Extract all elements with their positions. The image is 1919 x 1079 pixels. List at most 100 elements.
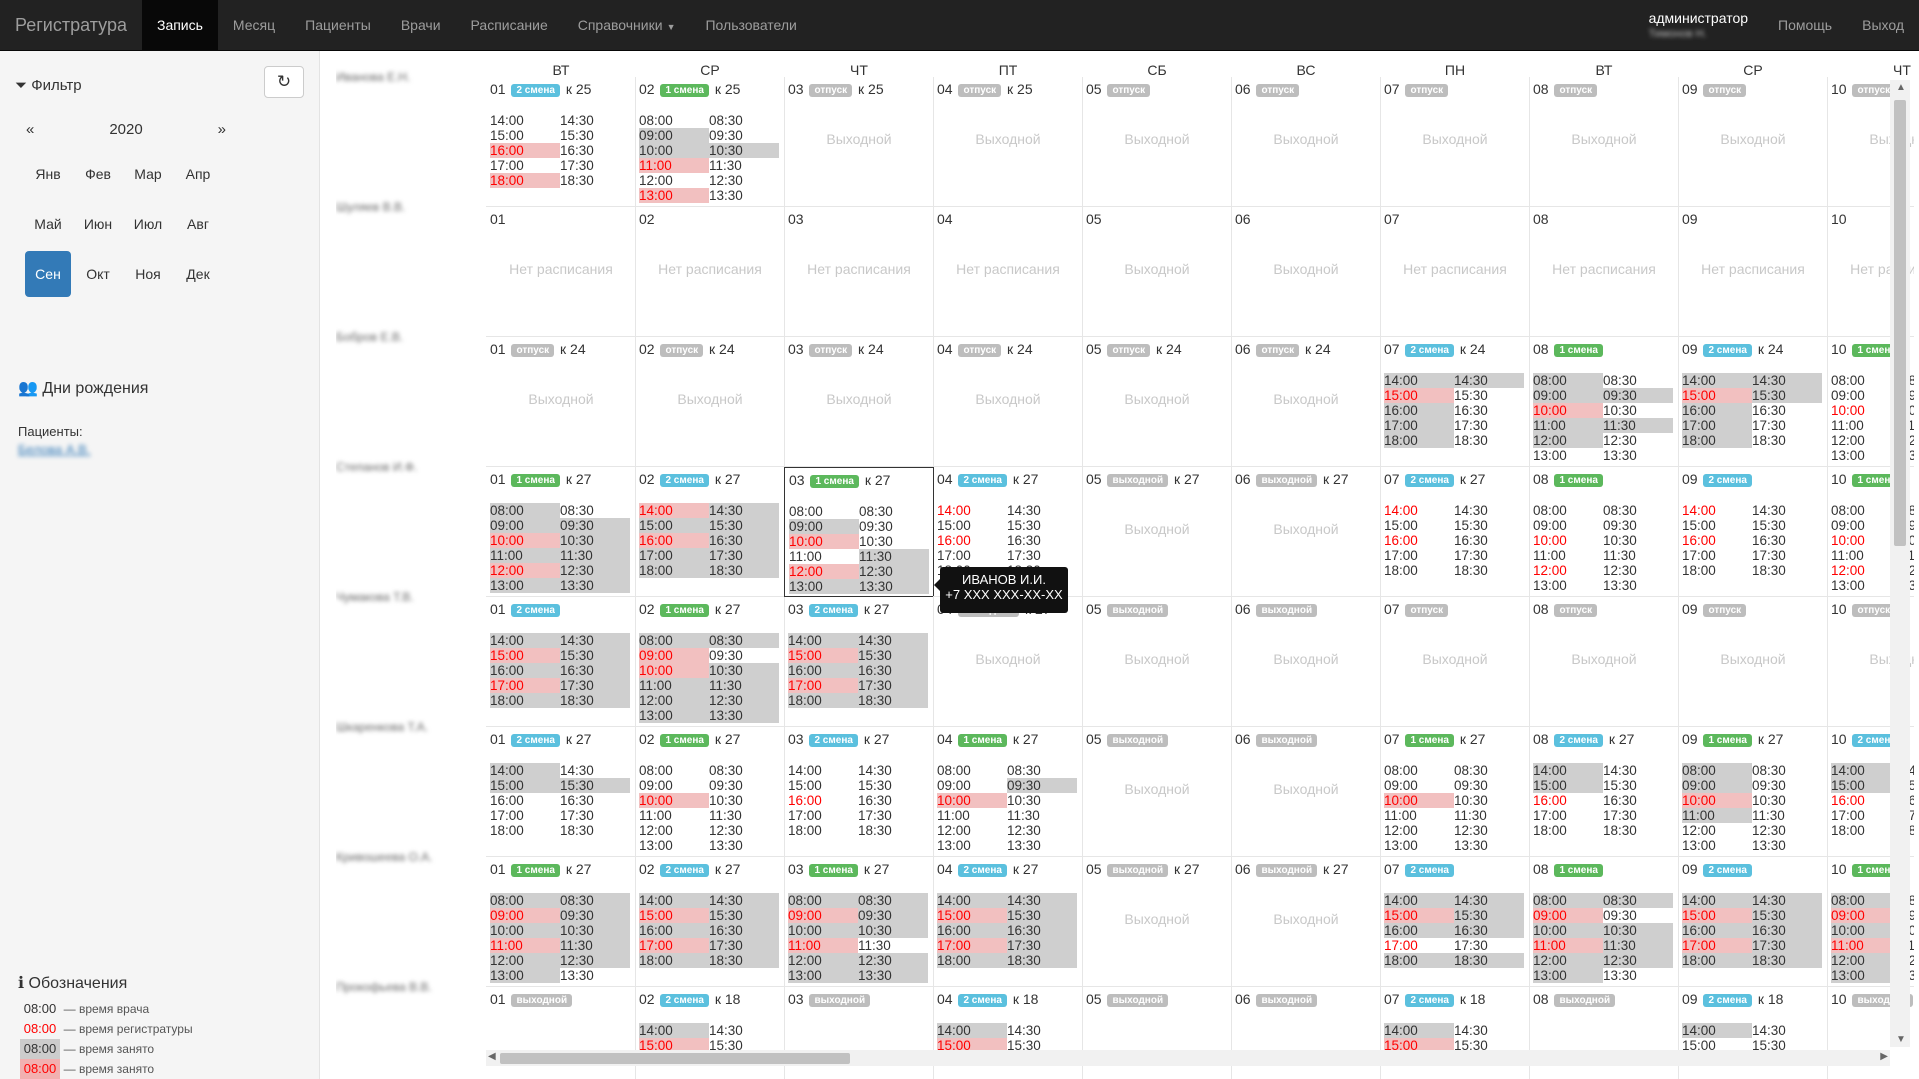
- time-slot[interactable]: 09:30: [1454, 778, 1524, 793]
- time-slot[interactable]: 09:30: [709, 648, 779, 663]
- time-slot[interactable]: 18:30: [709, 953, 779, 968]
- time-slot[interactable]: 16:30: [1752, 403, 1822, 418]
- schedule-cell[interactable]: 03 2 смена к 27 14:00 14:30 15:00 15:30 16:00…: [784, 597, 934, 727]
- time-slot[interactable]: 09:30: [1603, 518, 1673, 533]
- time-slot[interactable]: 11:30: [1603, 418, 1673, 433]
- schedule-cell[interactable]: 09 1 смена к 27 08:00 08:30 09:00 09:30 10:00…: [1678, 727, 1828, 857]
- time-slot[interactable]: 15:00: [1533, 778, 1603, 793]
- schedule-cell[interactable]: 04 выходной к 27Выходной: [933, 597, 1083, 727]
- time-slot[interactable]: 17:00: [1682, 938, 1752, 953]
- time-slot[interactable]: 12:30: [560, 953, 630, 968]
- schedule-cell[interactable]: 09 отпуск Выходной: [1678, 77, 1828, 207]
- schedule-cell[interactable]: 01 отпуск к 24 Выходной: [486, 337, 636, 467]
- month-button-11[interactable]: Дек: [175, 251, 221, 297]
- month-button-2[interactable]: Мар: [125, 151, 171, 197]
- time-slot[interactable]: 15:30: [1007, 518, 1077, 533]
- time-slot[interactable]: 08:30: [1007, 763, 1077, 778]
- time-slot[interactable]: 14:00: [1682, 373, 1752, 388]
- time-slot[interactable]: 11:00: [639, 678, 709, 693]
- time-slot[interactable]: 08:00: [639, 113, 709, 128]
- scroll-up-icon[interactable]: ▲: [1896, 82, 1906, 93]
- time-slot[interactable]: 15:00: [1384, 388, 1454, 403]
- doctor-name[interactable]: Кривошеева О.А.: [336, 850, 486, 864]
- time-slot[interactable]: 17:30: [1752, 938, 1822, 953]
- time-slot[interactable]: 11:30: [709, 678, 779, 693]
- schedule-cell[interactable]: 07 отпуск Выходной: [1380, 597, 1530, 727]
- time-slot[interactable]: 09:30: [1603, 908, 1673, 923]
- time-slot[interactable]: 11:30: [859, 549, 929, 564]
- schedule-cell[interactable]: 02 отпуск к 24 Выходной: [635, 337, 785, 467]
- nav-item-4[interactable]: Расписание: [456, 0, 563, 51]
- time-slot[interactable]: 14:30: [1007, 1023, 1077, 1038]
- time-slot[interactable]: 09:00: [1533, 908, 1603, 923]
- time-slot[interactable]: 16:00: [490, 143, 560, 158]
- time-slot[interactable]: 09:00: [788, 908, 858, 923]
- schedule-cell[interactable]: 01 Нет расписания: [486, 207, 636, 337]
- time-slot[interactable]: 12:30: [859, 564, 929, 579]
- time-slot[interactable]: 14:00: [490, 763, 560, 778]
- time-slot[interactable]: 15:00: [788, 648, 858, 663]
- time-slot[interactable]: 16:00: [1682, 403, 1752, 418]
- time-slot[interactable]: 10:00: [1682, 793, 1752, 808]
- schedule-cell[interactable]: 08 1 смена 08:00 08:30 09:00 09:30 10:00 10:30…: [1529, 337, 1679, 467]
- time-slot[interactable]: 12:30: [1603, 953, 1673, 968]
- time-slot[interactable]: 16:00: [937, 533, 1007, 548]
- time-slot[interactable]: 12:30: [709, 173, 779, 188]
- time-slot[interactable]: 14:30: [1454, 1023, 1524, 1038]
- month-button-7[interactable]: Авг: [175, 201, 221, 247]
- year-prev-button[interactable]: «: [26, 121, 34, 138]
- time-slot[interactable]: 18:00: [1682, 953, 1752, 968]
- schedule-cell[interactable]: 04 2 смена к 27 14:00 14:30 15:00 15:30 16:00…: [933, 857, 1083, 987]
- time-slot[interactable]: 08:00: [490, 893, 560, 908]
- time-slot[interactable]: 12:30: [1454, 823, 1524, 838]
- time-slot[interactable]: 09:00: [1533, 518, 1603, 533]
- schedule-cell[interactable]: 02 1 смена к 27 08:00 08:30 09:00 09:30 10:00…: [635, 597, 785, 727]
- time-slot[interactable]: 16:00: [1384, 533, 1454, 548]
- time-slot[interactable]: 18:00: [1682, 563, 1752, 578]
- time-slot[interactable]: 13:30: [560, 578, 630, 593]
- time-slot[interactable]: 16:00: [1682, 923, 1752, 938]
- time-slot[interactable]: 09:30: [1752, 778, 1822, 793]
- time-slot[interactable]: 16:30: [1454, 403, 1524, 418]
- time-slot[interactable]: 17:00: [788, 678, 858, 693]
- time-slot[interactable]: 08:30: [709, 633, 779, 648]
- time-slot[interactable]: 12:30: [1752, 823, 1822, 838]
- time-slot[interactable]: 18:30: [858, 823, 928, 838]
- time-slot[interactable]: 18:30: [560, 173, 630, 188]
- time-slot[interactable]: 13:30: [1603, 578, 1673, 593]
- time-slot[interactable]: 16:00: [788, 793, 858, 808]
- time-slot[interactable]: 16:30: [1454, 923, 1524, 938]
- time-slot[interactable]: 12:00: [1533, 433, 1603, 448]
- time-slot[interactable]: 08:00: [639, 633, 709, 648]
- time-slot[interactable]: 12:00: [1533, 953, 1603, 968]
- time-slot[interactable]: 17:30: [1007, 938, 1077, 953]
- time-slot[interactable]: 10:00: [789, 534, 859, 549]
- time-slot[interactable]: 17:00: [1533, 808, 1603, 823]
- month-button-5[interactable]: Июн: [75, 201, 121, 247]
- schedule-cell[interactable]: 03 2 смена к 27 14:00 14:30 15:00 15:30 16:00…: [784, 727, 934, 857]
- time-slot[interactable]: 15:00: [490, 648, 560, 663]
- time-slot[interactable]: 11:30: [560, 548, 630, 563]
- brand-logo[interactable]: Регистратура: [0, 0, 142, 51]
- time-slot[interactable]: 11:30: [709, 158, 779, 173]
- time-slot[interactable]: 15:00: [1682, 908, 1752, 923]
- time-slot[interactable]: 18:00: [490, 823, 560, 838]
- time-slot[interactable]: 10:00: [1384, 793, 1454, 808]
- doctor-name[interactable]: Шуляев В.В.: [336, 200, 486, 214]
- time-slot[interactable]: 09:00: [1384, 778, 1454, 793]
- time-slot[interactable]: 08:30: [1603, 503, 1673, 518]
- time-slot[interactable]: 13:00: [1533, 448, 1603, 463]
- time-slot[interactable]: 13:00: [639, 708, 709, 723]
- time-slot[interactable]: 11:30: [858, 938, 928, 953]
- month-button-10[interactable]: Ноя: [125, 251, 171, 297]
- scroll-down-icon[interactable]: ▼: [1896, 1034, 1906, 1045]
- time-slot[interactable]: 08:30: [859, 504, 929, 519]
- schedule-cell[interactable]: 08 1 смена 08:00 08:30 09:00 09:30 10:00 10:30…: [1529, 467, 1679, 597]
- time-slot[interactable]: 10:30: [1603, 533, 1673, 548]
- time-slot[interactable]: 12:30: [709, 693, 779, 708]
- schedule-cell[interactable]: 02 Нет расписания: [635, 207, 785, 337]
- time-slot[interactable]: 13:30: [560, 968, 630, 983]
- time-slot[interactable]: 12:30: [1007, 823, 1077, 838]
- time-slot[interactable]: 14:30: [709, 1023, 779, 1038]
- time-slot[interactable]: 15:00: [1384, 518, 1454, 533]
